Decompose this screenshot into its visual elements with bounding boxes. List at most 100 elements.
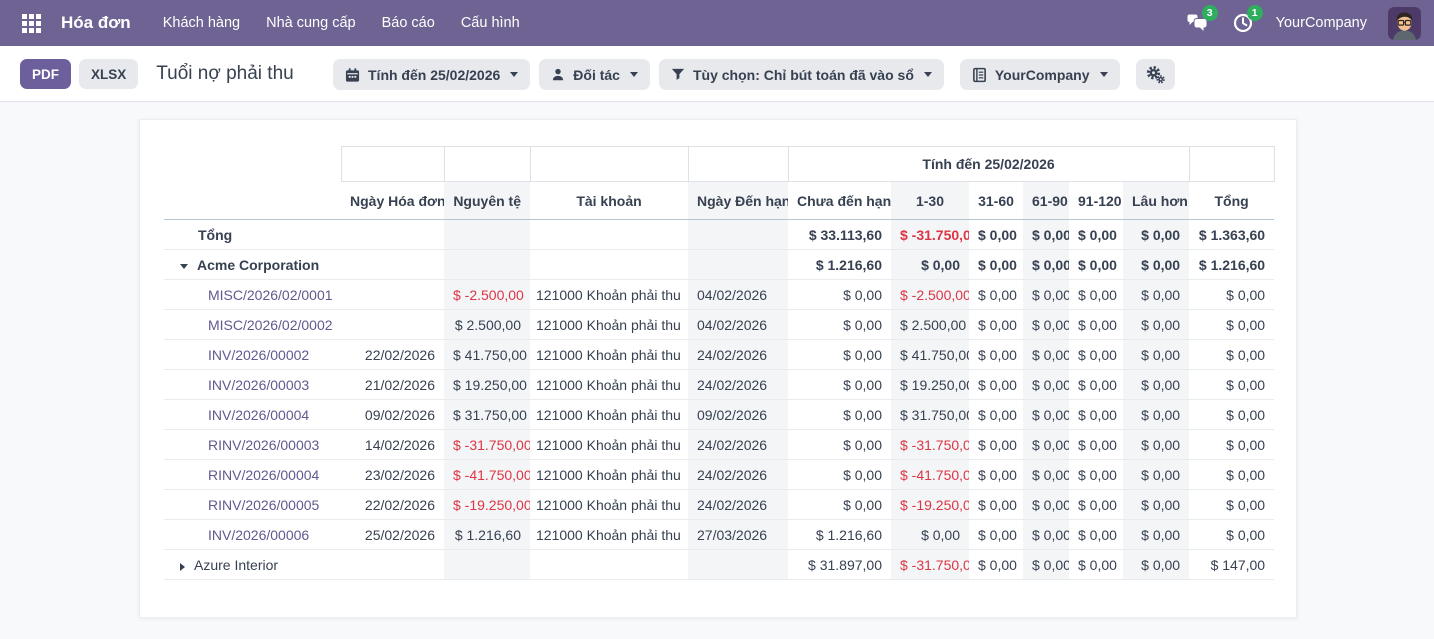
value-cell: $ 19.250,00 (444, 370, 530, 400)
value-cell: $ 0,00 (969, 460, 1023, 490)
value-cell: $ 1.216,60 (444, 520, 530, 550)
value-cell: $ 0,00 (1023, 280, 1069, 310)
company-name[interactable]: YourCompany (1276, 15, 1367, 31)
value-cell: $ 1.363,60 (1189, 220, 1274, 250)
value-cell: $ 0,00 (969, 220, 1023, 250)
column-header-due-date: Ngày Đến hạn (688, 182, 788, 220)
report-settings-button[interactable] (1136, 59, 1175, 90)
value-cell (530, 250, 688, 280)
header-empty-cell (688, 147, 788, 182)
journal-entry-link[interactable]: MISC/2026/02/0002 (208, 317, 333, 333)
nav-item-configuration[interactable]: Cấu hình (461, 15, 520, 31)
journal-entry-link[interactable]: RINV/2026/00005 (208, 497, 319, 513)
partner-name[interactable]: Azure Interior (194, 557, 278, 573)
value-cell (444, 250, 530, 280)
options-filter-label: Tùy chọn: Chỉ bút toán đã vào sổ (693, 67, 914, 83)
header-labels-row: Ngày Hóa đơn Nguyên tệ Tài khoản Ngày Đế… (164, 182, 1274, 220)
value-cell: $ 0,00 (1069, 520, 1123, 550)
value-cell: $ -19.250,00 (444, 490, 530, 520)
line-row: MISC/2026/02/0001$ -2.500,00121000 Khoản… (164, 280, 1274, 310)
value-cell: $ 0,00 (969, 520, 1023, 550)
value-cell (341, 310, 444, 340)
value-cell: $ 0,00 (969, 370, 1023, 400)
line-row: RINV/2026/0000423/02/2026$ -41.750,00121… (164, 460, 1274, 490)
value-cell: $ 2.500,00 (891, 310, 969, 340)
value-cell: $ 0,00 (1123, 250, 1189, 280)
value-cell: $ 0,00 (1189, 520, 1274, 550)
value-cell: $ 0,00 (1189, 280, 1274, 310)
value-cell: $ 31.897,00 (788, 550, 891, 580)
partner-name[interactable]: Acme Corporation (197, 257, 319, 273)
group-row: Acme Corporation$ 1.216,60$ 0,00$ 0,00$ … (164, 250, 1274, 280)
column-header-currency: Nguyên tệ (444, 182, 530, 220)
value-cell: 121000 Khoản phải thu (530, 280, 688, 310)
journal-entry-link[interactable]: INV/2026/00004 (208, 407, 309, 423)
export-xlsx-button[interactable]: XLSX (79, 59, 138, 89)
nav-item-customers[interactable]: Khách hàng (163, 15, 240, 31)
date-filter-button[interactable]: Tính đến 25/02/2026 (333, 59, 530, 90)
collapse-caret-icon[interactable] (180, 264, 188, 269)
user-avatar[interactable] (1388, 7, 1421, 40)
value-cell: 121000 Khoản phải thu (530, 340, 688, 370)
chevron-down-icon (510, 72, 518, 77)
journal-entry-link[interactable]: INV/2026/00006 (208, 527, 309, 543)
value-cell: 24/02/2026 (688, 340, 788, 370)
apps-grid-icon (22, 14, 41, 33)
journal-entry-link[interactable]: RINV/2026/00004 (208, 467, 319, 483)
value-cell: $ 0,00 (788, 310, 891, 340)
messages-button[interactable]: 3 (1186, 12, 1210, 34)
journal-entry-link[interactable]: RINV/2026/00003 (208, 437, 319, 453)
value-cell: $ 0,00 (1069, 370, 1123, 400)
value-cell: $ 0,00 (969, 250, 1023, 280)
value-cell: 22/02/2026 (341, 490, 444, 520)
page-title: Tuổi nợ phải thu (156, 63, 293, 85)
row-label-cell: RINV/2026/00003 (164, 430, 341, 460)
value-cell: $ 0,00 (1069, 400, 1123, 430)
header-blank-cell (164, 147, 341, 182)
options-filter-button[interactable]: Tùy chọn: Chỉ bút toán đã vào sổ (659, 59, 944, 90)
value-cell: $ 0,00 (1023, 460, 1069, 490)
control-panel: PDF XLSX Tuổi nợ phải thu Tính đến 25/02… (0, 46, 1434, 102)
line-row: RINV/2026/0000522/02/2026$ -19.250,00121… (164, 490, 1274, 520)
company-filter-button[interactable]: YourCompany (960, 59, 1120, 90)
value-cell: $ 0,00 (1069, 310, 1123, 340)
journal-entry-link[interactable]: INV/2026/00003 (208, 377, 309, 393)
value-cell: $ 0,00 (1123, 370, 1189, 400)
value-cell: $ 19.250,00 (891, 370, 969, 400)
value-cell: $ 0,00 (969, 550, 1023, 580)
value-cell: $ 1.216,60 (788, 250, 891, 280)
header-empty-cell (530, 147, 688, 182)
value-cell: 121000 Khoản phải thu (530, 520, 688, 550)
partner-filter-button[interactable]: Đối tác (539, 59, 650, 90)
value-cell: $ 0,00 (891, 250, 969, 280)
value-cell: $ 0,00 (1123, 550, 1189, 580)
column-header-account: Tài khoản (530, 182, 688, 220)
value-cell (444, 550, 530, 580)
activities-button[interactable]: 1 (1231, 12, 1255, 34)
value-cell: $ 0,00 (1069, 430, 1123, 460)
current-app-name[interactable]: Hóa đơn (61, 13, 131, 33)
export-pdf-button[interactable]: PDF (20, 59, 71, 89)
value-cell: 04/02/2026 (688, 310, 788, 340)
apps-menu-button[interactable] (13, 5, 49, 41)
journal-entry-link[interactable]: INV/2026/00002 (208, 347, 309, 363)
value-cell: $ 41.750,00 (891, 340, 969, 370)
value-cell: 24/02/2026 (688, 490, 788, 520)
nav-item-vendors[interactable]: Nhà cung cấp (266, 15, 355, 31)
journal-entry-link[interactable]: MISC/2026/02/0001 (208, 287, 333, 303)
value-cell: $ 0,00 (1189, 340, 1274, 370)
line-row: INV/2026/0000321/02/2026$ 19.250,0012100… (164, 370, 1274, 400)
value-cell: 14/02/2026 (341, 430, 444, 460)
value-cell: 25/02/2026 (341, 520, 444, 550)
value-cell: $ 0,00 (788, 430, 891, 460)
period-group-header: Tính đến 25/02/2026 (788, 147, 1189, 182)
expand-caret-icon[interactable] (180, 563, 185, 571)
column-header-not-due: Chưa đến hạn (788, 182, 891, 220)
report-sheet: Tính đến 25/02/2026 Ngày Hóa đơn Nguyên … (139, 119, 1297, 618)
nav-item-reporting[interactable]: Báo cáo (382, 15, 435, 31)
value-cell: $ 0,00 (969, 400, 1023, 430)
value-cell: 21/02/2026 (341, 370, 444, 400)
value-cell: $ 0,00 (1123, 340, 1189, 370)
column-header-invoice-date: Ngày Hóa đơn (341, 182, 444, 220)
line-row: INV/2026/0000222/02/2026$ 41.750,0012100… (164, 340, 1274, 370)
